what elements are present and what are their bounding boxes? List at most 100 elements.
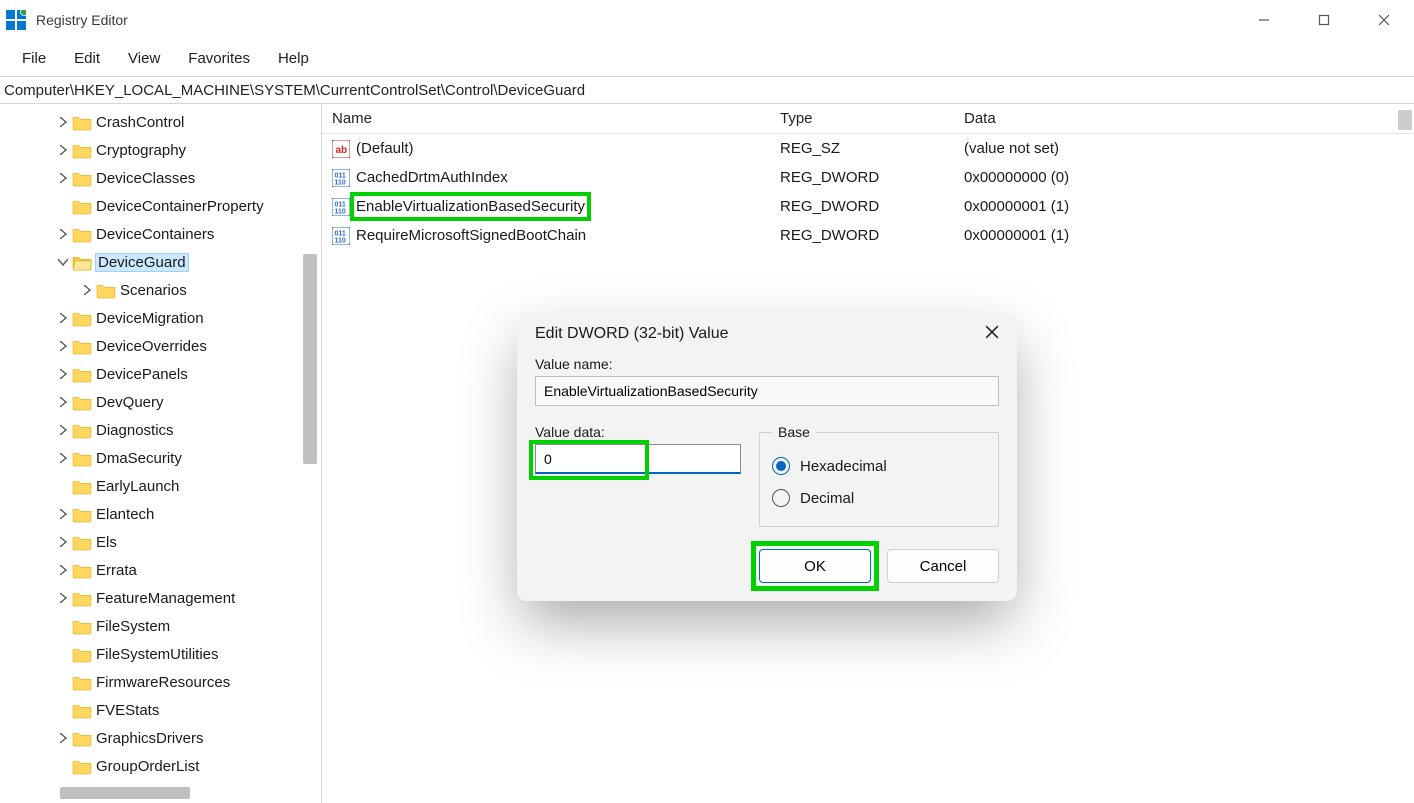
tree-item[interactable]: EarlyLaunch: [0, 472, 321, 500]
tree-item[interactable]: FVEStats: [0, 696, 321, 724]
tree-item[interactable]: FeatureManagement: [0, 584, 321, 612]
radio-decimal[interactable]: Decimal: [772, 482, 986, 514]
tree-item-label: FileSystemUtilities: [96, 646, 219, 663]
folder-icon: [72, 562, 92, 579]
expand-icon[interactable]: [54, 369, 72, 379]
value-name: (Default): [356, 140, 414, 157]
tree-item[interactable]: GroupOrderList: [0, 752, 321, 780]
expand-icon[interactable]: [54, 733, 72, 743]
tree-item-label: DeviceOverrides: [96, 338, 207, 355]
menu-edit[interactable]: Edit: [60, 44, 114, 73]
dialog-title: Edit DWORD (32-bit) Value: [535, 325, 729, 343]
value-data-label: Value data:: [535, 424, 741, 440]
tree-horizontal-scrollbar[interactable]: [60, 787, 190, 799]
tree-item[interactable]: Errata: [0, 556, 321, 584]
tree-item[interactable]: DevQuery: [0, 388, 321, 416]
folder-icon: [72, 646, 92, 663]
tree-item-label: DeviceMigration: [96, 310, 204, 327]
folder-icon: [72, 226, 92, 243]
column-name[interactable]: Name: [322, 110, 770, 127]
tree-item[interactable]: Diagnostics: [0, 416, 321, 444]
tree-item-label: DeviceGuard: [96, 254, 188, 271]
tree-item[interactable]: DeviceGuard: [0, 248, 321, 276]
table-row[interactable]: CachedDrtmAuthIndexREG_DWORD0x00000000 (…: [322, 163, 1414, 192]
tree-item[interactable]: Elantech: [0, 500, 321, 528]
folder-icon: [72, 450, 92, 467]
base-legend: Base: [772, 424, 816, 440]
tree-item[interactable]: DeviceOverrides: [0, 332, 321, 360]
radio-hexadecimal-label: Hexadecimal: [800, 458, 887, 475]
tree-item[interactable]: FirmwareResources: [0, 668, 321, 696]
expand-icon[interactable]: [54, 425, 72, 435]
tree-item[interactable]: DeviceContainerProperty: [0, 192, 321, 220]
folder-open-icon: [72, 254, 92, 271]
value-type: REG_SZ: [770, 140, 954, 157]
folder-icon: [72, 170, 92, 187]
expand-icon[interactable]: [54, 145, 72, 155]
folder-icon: [72, 758, 92, 775]
folder-icon: [72, 422, 92, 439]
expand-icon[interactable]: [54, 397, 72, 407]
values-vertical-scrollbar[interactable]: [1398, 110, 1412, 130]
menubar: File Edit View Favorites Help: [0, 40, 1414, 76]
table-row[interactable]: (Default) REG_SZ(value not set): [322, 134, 1414, 163]
table-row[interactable]: RequireMicrosoftSignedBootChainREG_DWORD…: [322, 221, 1414, 250]
tree-item-label: Els: [96, 534, 117, 551]
value-data: 0x00000001 (1): [954, 227, 1414, 244]
tree-item[interactable]: GraphicsDrivers: [0, 724, 321, 752]
tree-item[interactable]: DeviceClasses: [0, 164, 321, 192]
tree-item-label: EarlyLaunch: [96, 478, 179, 495]
tree-item-label: Cryptography: [96, 142, 186, 159]
tree-item[interactable]: FileSystem: [0, 612, 321, 640]
folder-icon: [72, 338, 92, 355]
maximize-button[interactable]: [1294, 0, 1354, 40]
dialog-close-button[interactable]: [985, 325, 999, 343]
expand-icon[interactable]: [54, 537, 72, 547]
tree-item[interactable]: DeviceMigration: [0, 304, 321, 332]
column-type[interactable]: Type: [770, 110, 954, 127]
table-row[interactable]: EnableVirtualizationBasedSecurityREG_DWO…: [322, 192, 1414, 221]
value-data: (value not set): [954, 140, 1414, 157]
minimize-button[interactable]: [1234, 0, 1294, 40]
address-bar[interactable]: Computer\HKEY_LOCAL_MACHINE\SYSTEM\Curre…: [0, 76, 1414, 104]
radio-hexadecimal[interactable]: Hexadecimal: [772, 450, 986, 482]
expand-icon[interactable]: [54, 313, 72, 323]
tree-item[interactable]: Scenarios: [0, 276, 321, 304]
expand-icon[interactable]: [54, 341, 72, 351]
value-name: EnableVirtualizationBasedSecurity: [356, 198, 585, 215]
tree-item-label: DevicePanels: [96, 366, 188, 383]
menu-view[interactable]: View: [114, 44, 174, 73]
value-data-field[interactable]: [535, 444, 741, 474]
value-type: REG_DWORD: [770, 227, 954, 244]
folder-icon: [96, 282, 116, 299]
cancel-button[interactable]: Cancel: [887, 549, 999, 583]
expand-icon[interactable]: [54, 173, 72, 183]
tree-item[interactable]: FileSystemUtilities: [0, 640, 321, 668]
tree-vertical-scrollbar[interactable]: [303, 254, 317, 464]
tree-item[interactable]: Cryptography: [0, 136, 321, 164]
menu-help[interactable]: Help: [264, 44, 323, 73]
tree-item-label: CrashControl: [96, 114, 184, 131]
tree-item[interactable]: DmaSecurity: [0, 444, 321, 472]
ok-button[interactable]: OK: [759, 549, 871, 583]
expand-icon[interactable]: [78, 285, 96, 295]
tree-item[interactable]: CrashControl: [0, 108, 321, 136]
menu-favorites[interactable]: Favorites: [174, 44, 264, 73]
expand-icon[interactable]: [54, 509, 72, 519]
folder-icon: [72, 310, 92, 327]
menu-file[interactable]: File: [8, 44, 60, 73]
tree-item-label: Elantech: [96, 506, 154, 523]
tree-item-label: DeviceClasses: [96, 170, 195, 187]
tree-item[interactable]: DeviceContainers: [0, 220, 321, 248]
expand-icon[interactable]: [54, 453, 72, 463]
collapse-icon[interactable]: [54, 257, 72, 267]
expand-icon[interactable]: [54, 229, 72, 239]
close-button[interactable]: [1354, 0, 1414, 40]
expand-icon[interactable]: [54, 593, 72, 603]
expand-icon[interactable]: [54, 565, 72, 575]
tree-item[interactable]: DevicePanels: [0, 360, 321, 388]
expand-icon[interactable]: [54, 117, 72, 127]
column-data[interactable]: Data: [954, 110, 1414, 127]
tree-item[interactable]: Els: [0, 528, 321, 556]
value-name-field[interactable]: [535, 376, 999, 406]
